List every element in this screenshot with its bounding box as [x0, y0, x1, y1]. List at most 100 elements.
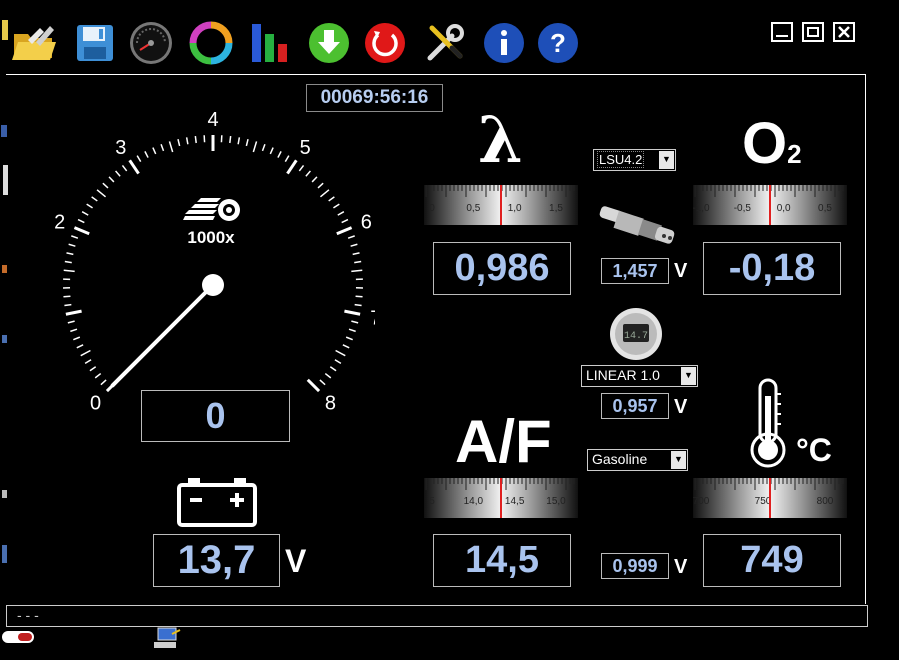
info-button[interactable] — [481, 20, 527, 66]
scale-label: 0,0 — [777, 203, 791, 214]
rpm-tick — [153, 148, 156, 154]
rpm-tick — [308, 380, 319, 391]
scale-label: 1,0 — [508, 203, 522, 214]
rpm-tick — [270, 148, 273, 154]
battery-voltage-value: 13,7 — [153, 534, 280, 587]
folder-open-icon — [10, 20, 56, 66]
rpm-tick — [351, 244, 358, 246]
linear-output-select-value: LINEAR 1.0 — [586, 367, 660, 383]
network-computer-icon[interactable] — [152, 626, 182, 652]
scale-label: 0,5 — [466, 203, 480, 214]
rpm-tick — [81, 351, 91, 356]
tools-icon — [422, 20, 468, 66]
rpm-tick — [70, 329, 77, 331]
linear-voltage-unit: V — [674, 396, 687, 419]
lambda-scale: 00,51,01,5 — [424, 185, 578, 225]
linear-output-select[interactable]: LINEAR 1.0 ▼ — [581, 365, 698, 387]
rpm-tick — [343, 345, 349, 348]
reset-button[interactable] — [362, 20, 408, 66]
rpm-tick — [137, 156, 141, 162]
rpm-tick — [342, 220, 348, 223]
thermometer-icon — [748, 376, 788, 470]
scale-label: 1,5 — [549, 203, 563, 214]
sensor-type-select[interactable]: LSU4.2 ▼ — [593, 149, 676, 171]
rpm-tick — [95, 374, 100, 378]
bar-chart-icon — [248, 20, 294, 66]
rpm-tick — [116, 171, 121, 176]
rpm-tick — [351, 270, 362, 271]
rpm-tick — [73, 337, 80, 340]
save-button[interactable] — [72, 20, 118, 66]
rpm-tick — [92, 197, 98, 201]
sensor-voltage-value: 1,457 — [601, 258, 669, 284]
rpm-tick — [68, 321, 75, 323]
rpm-tick — [77, 345, 83, 348]
rpm-tick — [78, 220, 84, 223]
rpm-tick-label: 2 — [55, 211, 65, 233]
open-folder-button[interactable] — [10, 20, 56, 66]
svg-text:?: ? — [550, 28, 566, 58]
rpm-tick — [97, 190, 106, 197]
minimize-button[interactable] — [771, 22, 793, 42]
help-button[interactable]: ? — [535, 20, 581, 66]
rpm-gauge: 012345678 — [55, 98, 375, 428]
temperature-unit: °C — [796, 432, 832, 469]
scale-label: 700 — [693, 496, 710, 507]
rpm-tick — [69, 244, 76, 246]
rpm-tick-label: 1 — [55, 307, 56, 329]
chevron-down-icon: ▼ — [671, 451, 686, 469]
rpm-tick — [353, 253, 360, 255]
rpm-tick — [338, 212, 344, 215]
o2-symbol-letter: O — [742, 111, 787, 176]
rpm-tick — [262, 144, 264, 151]
maximize-button[interactable] — [802, 22, 824, 42]
close-button[interactable] — [833, 22, 855, 42]
tachometer-icon — [128, 20, 174, 66]
rpm-tick — [355, 305, 362, 306]
rpm-tick — [66, 253, 73, 255]
afr-value: 14,5 — [433, 534, 571, 587]
power-reset-icon — [362, 20, 408, 66]
rpm-tick — [346, 337, 353, 340]
rpm-tick — [230, 136, 231, 143]
lambda-symbol: λ — [478, 106, 523, 176]
rpm-tick — [187, 137, 188, 144]
rpm-tick — [195, 136, 196, 143]
rpm-tick — [333, 204, 339, 208]
afr-symbol: A/F — [455, 408, 552, 476]
rpm-tick-label: 6 — [361, 211, 372, 233]
rpm-tick — [145, 151, 148, 157]
download-arrow-icon — [306, 20, 352, 66]
settings-button[interactable] — [422, 20, 468, 66]
fuel-type-select-value: Gasoline — [592, 451, 647, 467]
scale-label: 15,0 — [546, 496, 566, 507]
gauge-button[interactable] — [128, 20, 174, 66]
rpm-tick — [354, 262, 361, 263]
rpm-tick — [169, 141, 172, 152]
afr-voltage-unit: V — [674, 556, 687, 579]
rpm-tick-label: 5 — [300, 137, 311, 159]
battery-voltage-unit: V — [285, 543, 306, 580]
refresh-button[interactable] — [188, 20, 234, 66]
rpm-tick — [336, 351, 346, 356]
chevron-down-icon: ▼ — [681, 367, 696, 385]
rpm-tick — [101, 380, 106, 385]
download-button[interactable] — [306, 20, 352, 66]
rpm-tick — [85, 360, 91, 364]
scale-label: 0,5 — [818, 203, 832, 214]
rpm-tick-label: 4 — [207, 109, 218, 131]
toggle-switch[interactable] — [2, 631, 34, 643]
fuel-type-select[interactable]: Gasoline ▼ — [587, 449, 688, 471]
rpm-tick — [65, 262, 72, 263]
chevron-down-icon: ▼ — [659, 151, 674, 169]
rpm-tick — [320, 380, 325, 385]
chart-button[interactable] — [248, 20, 294, 66]
o2-symbol-subscript: 2 — [787, 139, 801, 169]
rpm-value: 0 — [141, 390, 290, 442]
wideband-display-text: 14.7 — [624, 331, 648, 342]
rpm-tick — [122, 165, 126, 171]
temperature-scale: 700750800 — [693, 478, 847, 518]
sensor-voltage-unit: V — [674, 260, 687, 283]
rpm-tick-label: 7 — [370, 307, 375, 329]
rpm-tick — [87, 204, 93, 208]
